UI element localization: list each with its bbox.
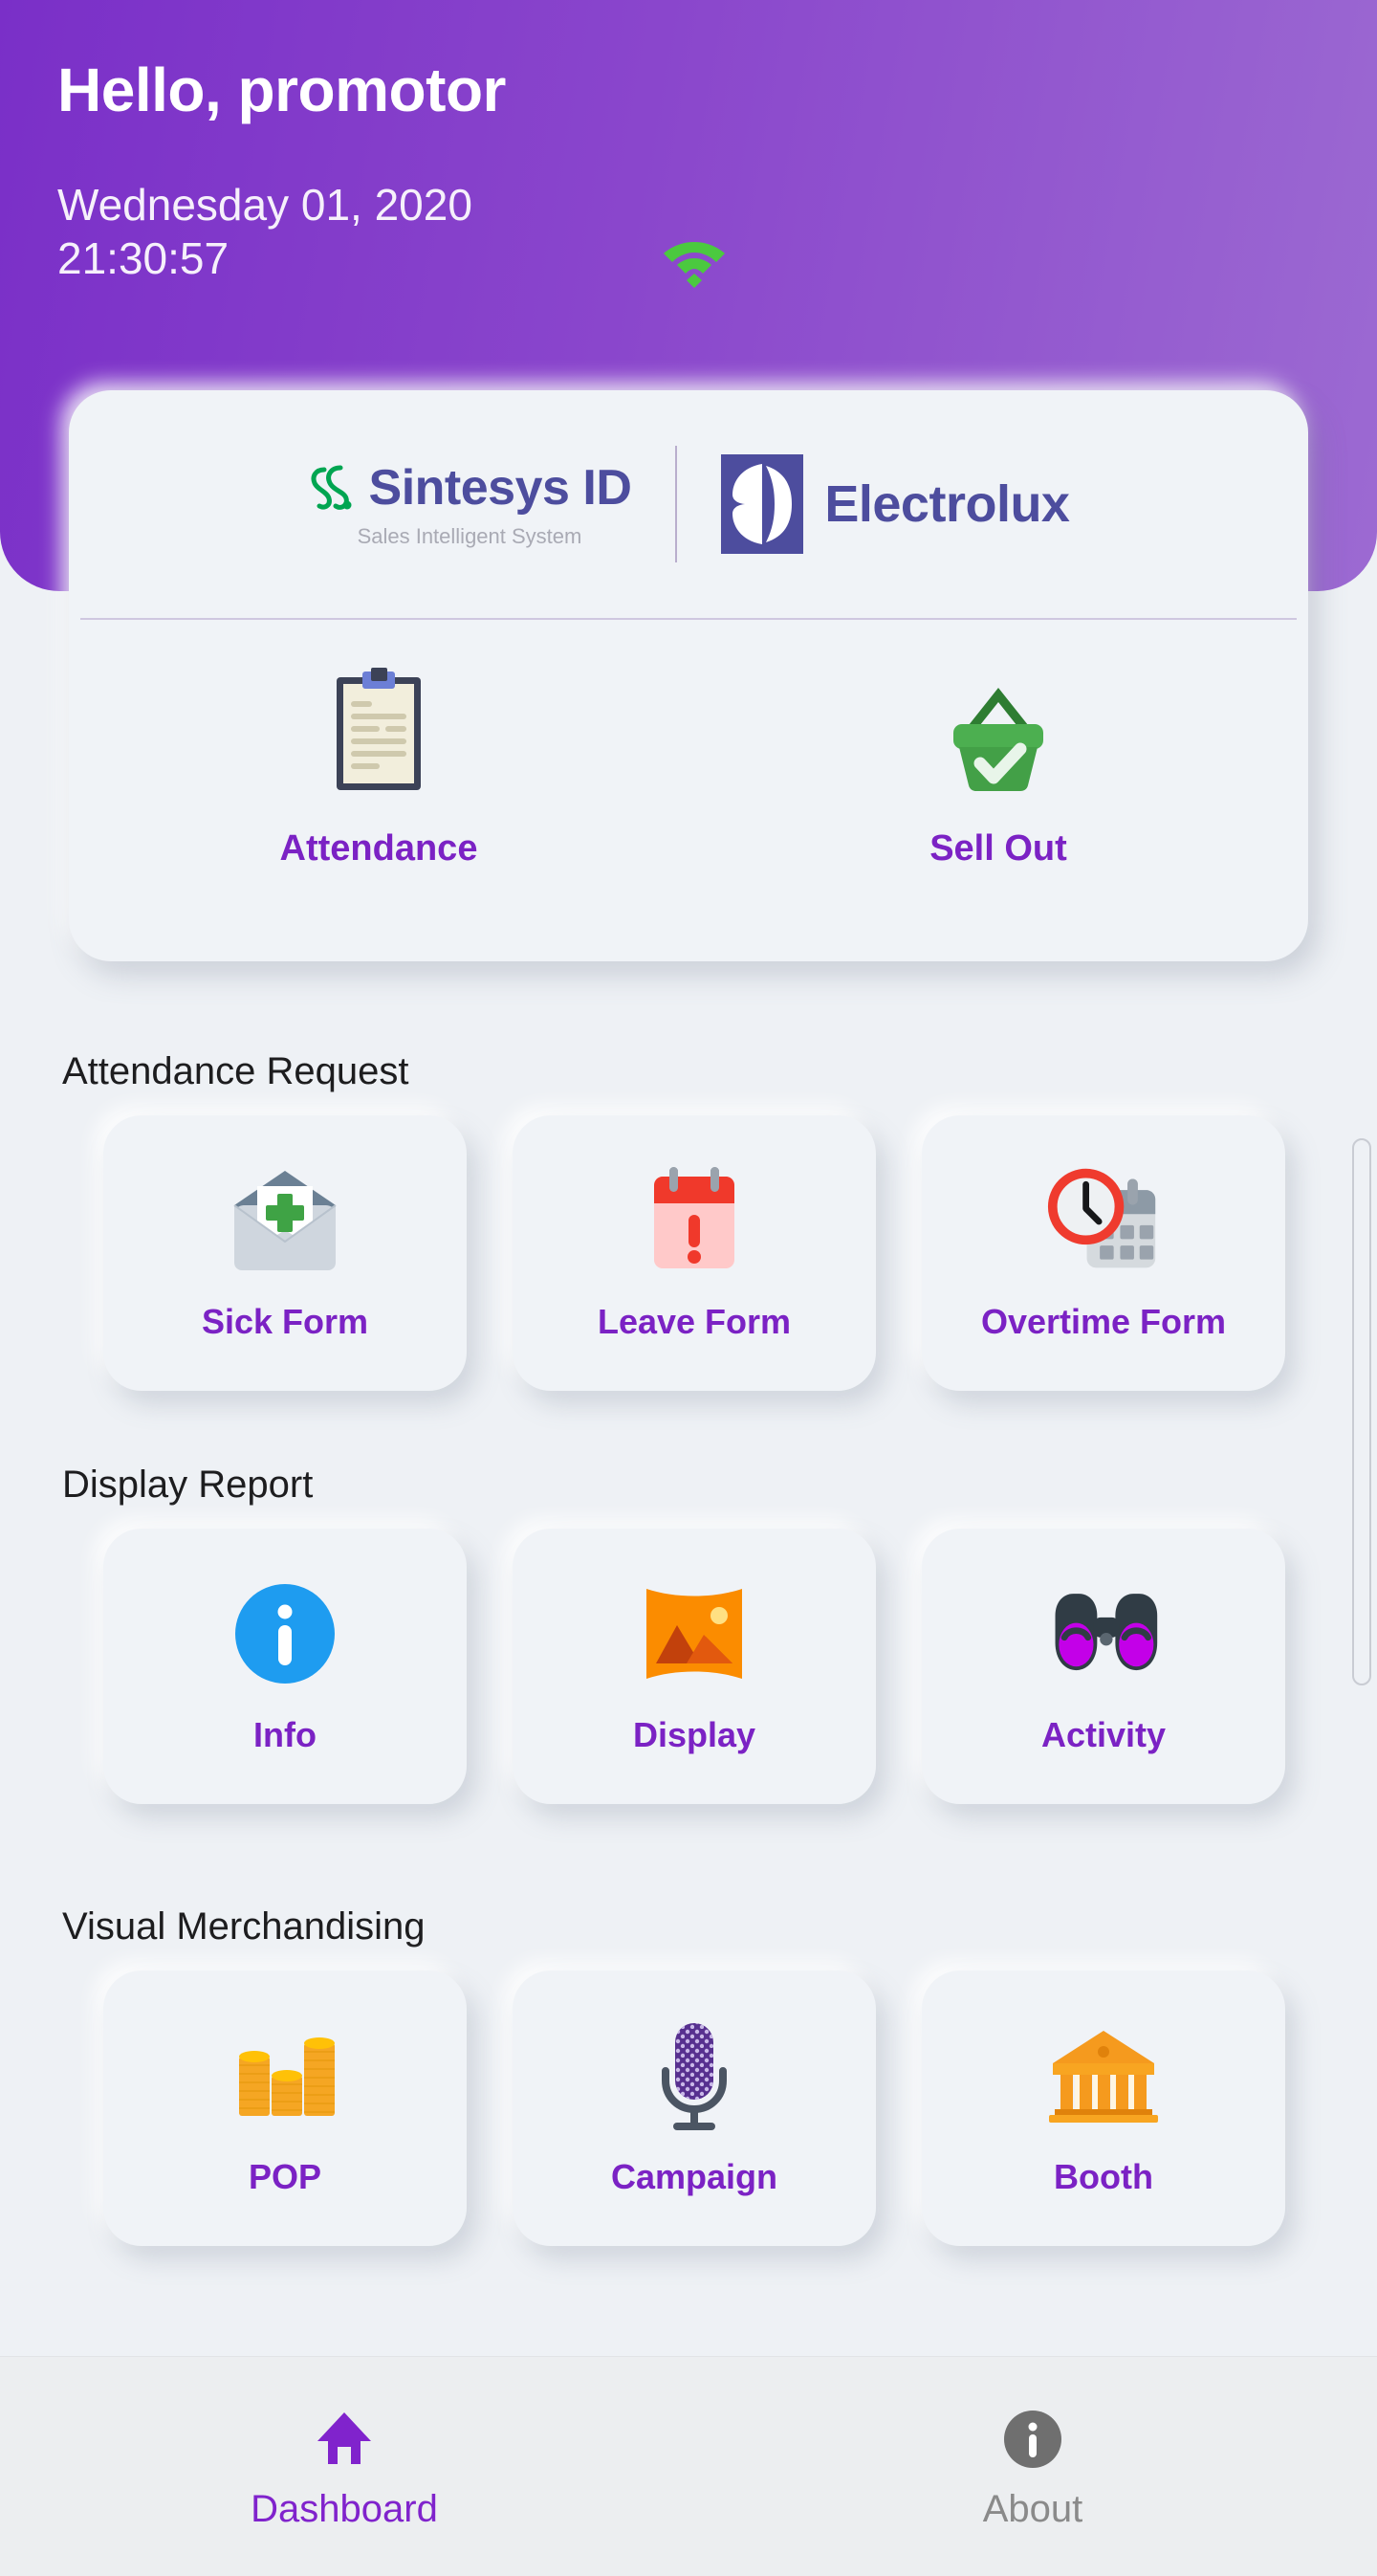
electrolux-brand: Electrolux — [677, 454, 1070, 554]
scrollbar[interactable] — [1352, 1138, 1371, 1685]
bank-building-icon — [1046, 2019, 1161, 2132]
tile-booth-label: Booth — [1054, 2157, 1153, 2196]
section-title-visual-merchandising: Visual Merchandising — [62, 1905, 426, 1948]
brand-shortcut-card: Sintesys ID Sales Intelligent System Ele… — [69, 390, 1308, 961]
tile-grid-visual-merchandising: POP Campaign Booth — [103, 1971, 1289, 2246]
microphone-icon — [637, 2019, 752, 2132]
electrolux-name: Electrolux — [824, 475, 1070, 533]
tile-activity-label: Activity — [1040, 1715, 1167, 1754]
tile-info[interactable]: Info — [103, 1529, 467, 1804]
home-icon — [313, 2408, 376, 2471]
calendar-alert-icon — [637, 1164, 752, 1277]
tile-sick-form-label: Sick Form — [201, 1302, 369, 1341]
basket-check-icon — [935, 668, 1061, 798]
shortcut-sell-out-label: Sell Out — [929, 828, 1067, 869]
binoculars-icon — [1046, 1577, 1161, 1690]
nav-item-about-label: About — [982, 2488, 1083, 2530]
sintesys-logo-icon — [308, 460, 360, 516]
tile-activity[interactable]: Activity — [922, 1529, 1285, 1804]
tile-campaign[interactable]: Campaign — [513, 1971, 876, 2246]
tile-pop[interactable]: POP — [103, 1971, 467, 2246]
tile-info-label: Info — [253, 1715, 317, 1754]
shortcut-attendance-label: Attendance — [279, 828, 478, 869]
brand-row: Sintesys ID Sales Intelligent System Ele… — [69, 390, 1308, 618]
tile-sick-form[interactable]: Sick Form — [103, 1115, 467, 1391]
info-circle-icon — [228, 1577, 342, 1690]
app-root: Hello, promotor Wednesday 01, 2020 21:30… — [0, 0, 1377, 2576]
section-title-attendance-request: Attendance Request — [62, 1050, 409, 1092]
shortcut-attendance[interactable]: Attendance — [69, 627, 688, 961]
tile-booth[interactable]: Booth — [922, 1971, 1285, 2246]
tile-overtime-form[interactable]: Overtime Form — [922, 1115, 1285, 1391]
card-divider — [80, 618, 1297, 620]
clock-calendar-icon — [1046, 1164, 1161, 1277]
greeting-text: Hello, promotor — [57, 55, 506, 124]
info-icon — [1001, 2408, 1064, 2471]
sintesys-tagline: Sales Intelligent System — [357, 524, 582, 548]
tile-pop-label: POP — [248, 2157, 322, 2196]
date-text: Wednesday 01, 2020 — [57, 180, 472, 230]
electrolux-logo-icon — [721, 454, 804, 554]
bottom-navigation: Dashboard About — [0, 2356, 1377, 2576]
coins-icon — [228, 2019, 342, 2132]
tile-display[interactable]: Display — [513, 1529, 876, 1804]
tile-grid-attendance-request: Sick Form Leave Form Overtime Form — [103, 1115, 1289, 1391]
wifi-icon — [660, 232, 729, 290]
section-title-display-report: Display Report — [62, 1464, 314, 1506]
shortcut-row: Attendance Sell Out — [69, 627, 1308, 961]
nav-item-dashboard-label: Dashboard — [251, 2488, 438, 2530]
shortcut-sell-out[interactable]: Sell Out — [688, 627, 1308, 961]
nav-item-dashboard[interactable]: Dashboard — [0, 2357, 688, 2576]
tile-leave-form[interactable]: Leave Form — [513, 1115, 876, 1391]
envelope-medical-icon — [228, 1164, 342, 1277]
clipboard-icon — [316, 668, 442, 798]
date-time-block: Wednesday 01, 2020 21:30:57 — [57, 178, 472, 285]
tile-grid-display-report: Info Display Activity — [103, 1529, 1289, 1804]
sintesys-brand: Sintesys ID Sales Intelligent System — [308, 459, 676, 549]
nav-item-about[interactable]: About — [688, 2357, 1377, 2576]
picture-icon — [637, 1577, 752, 1690]
tile-display-label: Display — [632, 1715, 756, 1754]
time-text: 21:30:57 — [57, 233, 230, 284]
tile-leave-form-label: Leave Form — [597, 1302, 792, 1341]
tile-overtime-form-label: Overtime Form — [980, 1302, 1227, 1341]
sintesys-name: Sintesys ID — [368, 460, 632, 516]
tile-campaign-label: Campaign — [610, 2157, 778, 2196]
